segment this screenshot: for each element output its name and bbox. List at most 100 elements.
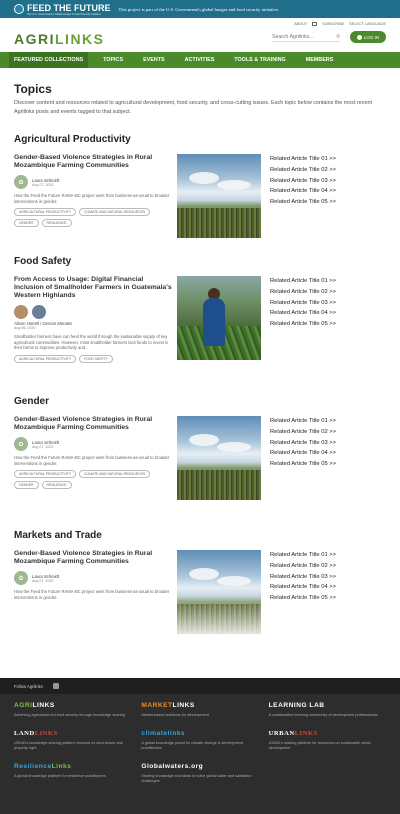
- page-title: Topics: [14, 82, 52, 96]
- related-link[interactable]: Related Article Title 05 >>: [270, 197, 336, 208]
- avatar: [32, 305, 46, 319]
- related-link[interactable]: Related Article Title 04 >>: [270, 186, 336, 197]
- related-link[interactable]: Related Article Title 01 >>: [270, 416, 336, 427]
- login-button[interactable]: LOG IN: [350, 31, 386, 43]
- tag[interactable]: AGRICULTURAL PRODUCTIVITY: [14, 470, 76, 478]
- tag[interactable]: GENDER: [14, 219, 39, 227]
- related-link[interactable]: Related Article Title 02 >>: [270, 287, 336, 298]
- related-link[interactable]: Related Article Title 04 >>: [270, 308, 336, 319]
- site-globalwaters[interactable]: Globalwaters.org Sharing knowledge and i…: [141, 763, 258, 784]
- article-image[interactable]: [177, 276, 261, 360]
- agrilinks-logo[interactable]: AGRILINKS: [14, 31, 105, 47]
- avatar: ✿: [14, 571, 28, 585]
- tag-list: AGRICULTURAL PRODUCTIVITY CLIMATE AND NA…: [14, 208, 174, 227]
- article-title[interactable]: Gender-Based Violence Strategies in Rura…: [14, 416, 174, 432]
- featured-article[interactable]: Gender-Based Violence Strategies in Rura…: [14, 154, 174, 227]
- related-link[interactable]: Related Article Title 02 >>: [270, 561, 336, 572]
- featured-article[interactable]: From Access to Usage: Digital Financial …: [14, 276, 174, 363]
- author-row: ✿ Laura Schmidt Aug 07, 2020: [14, 571, 174, 585]
- site-marketlinks[interactable]: MARKETLINKS Market-based solutions for d…: [141, 702, 258, 718]
- site-agrilinks[interactable]: AGRILINKS Achieving agriculture-led food…: [14, 702, 131, 718]
- tag[interactable]: CLIMATE AND NATURAL RESOURCES: [79, 208, 151, 216]
- related-link[interactable]: Related Article Title 01 >>: [270, 550, 336, 561]
- ftf-logo[interactable]: FEED THE FUTURE The U.S. Government's Gl…: [14, 3, 111, 16]
- featured-article[interactable]: Gender-Based Violence Strategies in Rura…: [14, 550, 174, 600]
- subscribe-link[interactable]: SUBSCRIBE: [322, 22, 344, 26]
- nav-featured-collections[interactable]: FEATURED COLLECTIONS: [9, 52, 89, 68]
- article-title[interactable]: From Access to Usage: Digital Financial …: [14, 276, 174, 300]
- search-icon[interactable]: ⚲: [336, 34, 340, 40]
- site-landlinks[interactable]: LANDLINKS USAID's knowledge sharing plat…: [14, 730, 131, 751]
- article-date: Aug 07, 2020: [32, 578, 54, 583]
- main-nav: FEATURED COLLECTIONS TOPICS EVENTS ACTIV…: [0, 52, 400, 68]
- site-learning-lab[interactable]: LEARNING LAB A collaborative learning co…: [269, 702, 386, 718]
- related-link[interactable]: Related Article Title 02 >>: [270, 427, 336, 438]
- avatar: ✿: [14, 175, 28, 189]
- avatar: ✿: [14, 437, 28, 451]
- related-link[interactable]: Related Article Title 05 >>: [270, 459, 336, 470]
- nav-members[interactable]: MEMBERS: [301, 52, 339, 68]
- tag[interactable]: CLIMATE AND NATURAL RESOURCES: [79, 470, 151, 478]
- related-link[interactable]: Related Article Title 05 >>: [270, 319, 336, 330]
- tag[interactable]: FOOD SAFETY: [79, 354, 113, 363]
- site-resiliencelinks[interactable]: ResilienceLinks A global knowledge platf…: [14, 763, 131, 784]
- page-intro: Discover content and resources related t…: [14, 100, 372, 115]
- user-icon: [356, 34, 362, 40]
- search-input[interactable]: Search Agrilinks... ⚲: [272, 32, 340, 42]
- tag-list: AGRICULTURAL PRODUCTIVITY FOOD SAFETY: [14, 354, 174, 363]
- section-title[interactable]: Agricultural Productivity: [14, 134, 131, 145]
- rss-icon[interactable]: [52, 683, 59, 689]
- nav-tools-training[interactable]: TOOLS & TRAINING: [229, 52, 290, 68]
- brand-part-a: AGRI: [14, 31, 55, 47]
- article-date: Aug 06, 2020: [14, 326, 36, 330]
- language-select[interactable]: SELECT LANGUAGE: [349, 22, 386, 26]
- related-list: Related Article Title 01 >> Related Arti…: [270, 416, 336, 470]
- banner-text: This project is part of the U.S. Governm…: [118, 6, 280, 12]
- article-date: Aug 07, 2020: [32, 182, 54, 187]
- search-placeholder: Search Agrilinks...: [272, 33, 314, 40]
- article-desc: How the Feed the Future RAMA-BC project …: [14, 455, 170, 466]
- article-image[interactable]: [177, 416, 261, 500]
- section-title[interactable]: Food Safety: [14, 256, 71, 267]
- site-header: ABOUT SUBSCRIBE SELECT LANGUAGE AGRILINK…: [0, 18, 400, 52]
- author-name[interactable]: Laura Schmidt: [32, 574, 59, 579]
- site-urbanlinks[interactable]: URBANLINKS USAID's sharing platform for …: [269, 730, 386, 751]
- related-link[interactable]: Related Article Title 04 >>: [270, 448, 336, 459]
- related-link[interactable]: Related Article Title 03 >>: [270, 438, 336, 449]
- related-link[interactable]: Related Article Title 03 >>: [270, 572, 336, 583]
- author-row: [14, 305, 174, 319]
- partner-sites: AGRILINKS Achieving agriculture-led food…: [14, 702, 386, 784]
- author-name[interactable]: Laura Schmidt: [32, 178, 59, 183]
- featured-article[interactable]: Gender-Based Violence Strategies in Rura…: [14, 416, 174, 489]
- tag[interactable]: RESILIENCE: [41, 481, 72, 489]
- article-image[interactable]: [177, 154, 261, 238]
- utility-links: ABOUT SUBSCRIBE SELECT LANGUAGE: [294, 22, 386, 26]
- related-link[interactable]: Related Article Title 04 >>: [270, 582, 336, 593]
- tag[interactable]: RESILIENCE: [41, 219, 72, 227]
- globe-icon: [14, 4, 24, 14]
- nav-events[interactable]: EVENTS: [138, 52, 170, 68]
- related-link[interactable]: Related Article Title 03 >>: [270, 176, 336, 187]
- article-title[interactable]: Gender-Based Violence Strategies in Rura…: [14, 550, 174, 566]
- tag[interactable]: AGRICULTURAL PRODUCTIVITY: [14, 354, 76, 363]
- related-link[interactable]: Related Article Title 03 >>: [270, 298, 336, 309]
- article-desc: Smallholder farmers have can feed the wo…: [14, 334, 169, 350]
- section-title[interactable]: Gender: [14, 396, 49, 407]
- nav-activities[interactable]: ACTIVITIES: [180, 52, 220, 68]
- article-title[interactable]: Gender-Based Violence Strategies in Rura…: [14, 154, 174, 170]
- site-climatelinks[interactable]: climatelinks A global knowledge portal f…: [141, 730, 258, 751]
- nav-topics[interactable]: TOPICS: [98, 52, 128, 68]
- related-link[interactable]: Related Article Title 01 >>: [270, 154, 336, 165]
- tag-list: AGRICULTURAL PRODUCTIVITY CLIMATE AND NA…: [14, 470, 174, 489]
- related-link[interactable]: Related Article Title 01 >>: [270, 276, 336, 287]
- about-link[interactable]: ABOUT: [294, 22, 307, 26]
- related-list: Related Article Title 01 >> Related Arti…: [270, 154, 336, 208]
- related-link[interactable]: Related Article Title 02 >>: [270, 165, 336, 176]
- login-label: LOG IN: [363, 34, 380, 40]
- brand-part-b: LINKS: [55, 31, 105, 47]
- tag[interactable]: AGRICULTURAL PRODUCTIVITY: [14, 208, 76, 216]
- author-name[interactable]: Laura Schmidt: [32, 440, 59, 445]
- section-title[interactable]: Markets and Trade: [14, 530, 102, 541]
- author-row: ✿ Laura Schmidt Aug 07, 2020: [14, 175, 174, 189]
- tag[interactable]: GENDER: [14, 481, 39, 489]
